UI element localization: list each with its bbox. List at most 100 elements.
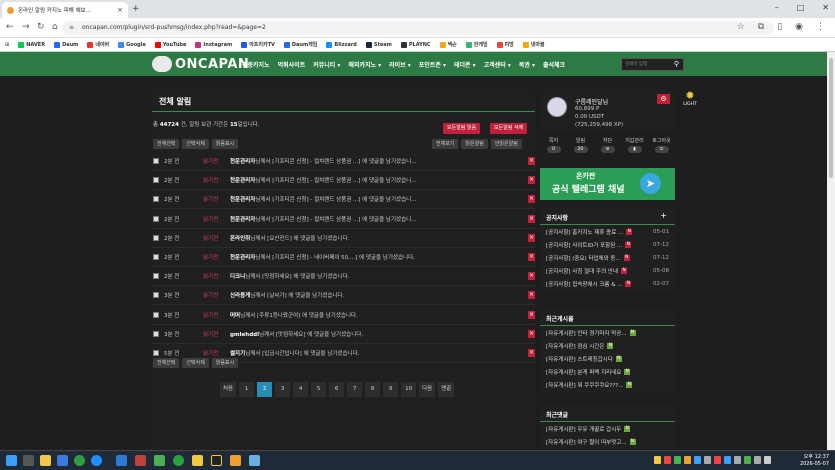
forward-icon[interactable]: → [22, 22, 30, 32]
row-checkbox[interactable] [153, 273, 159, 280]
recent-comment-item[interactable]: [자유게시판] 우유 개꿀로 갑시두 N [540, 422, 675, 435]
bookmark-4[interactable]: YouTube [154, 41, 186, 48]
page-link[interactable]: 9 [383, 382, 399, 397]
row-message[interactable]: 천운관리자님께서 [기프티콘 신청] - 컬쳐랜드 상품권 ...] 에 댓글을… [230, 195, 416, 203]
delete-all-button[interactable]: 모든알림 삭제 [490, 123, 528, 134]
menu-item-0[interactable]: 검증카지노 [242, 60, 270, 69]
menu-item-6[interactable]: 테더존 ▾ [454, 60, 476, 69]
mark-read-button-bottom[interactable]: 읽음표시 [211, 358, 239, 368]
page-link[interactable]: 10 [401, 382, 417, 397]
notification-row[interactable]: 2분 전 읽기전 천운관리자님께서 [기프티콘 신청] - 컬쳐랜드 상품권 ...… [152, 171, 535, 191]
site-logo[interactable]: ONCAPAN [152, 54, 249, 74]
page-link[interactable]: 5 [311, 382, 327, 397]
profile-icon[interactable]: ◉ [795, 22, 803, 32]
recent-post-item[interactable]: [자유게시판] 뭐 쿠쿠쿠쿠요???... N [540, 378, 675, 391]
filter-all-button[interactable]: 전체보기 [432, 139, 459, 149]
tray-icon-7[interactable] [714, 456, 721, 464]
bookmark-8[interactable]: Blizzard [326, 41, 357, 48]
delete-row-icon[interactable]: × [528, 310, 535, 319]
menu-item-1[interactable]: 먹튀사이트 [278, 60, 306, 69]
delete-row-icon[interactable]: × [528, 214, 535, 223]
task-view-icon[interactable] [23, 455, 34, 466]
tray-icon-6[interactable] [704, 456, 711, 464]
bookmark-6[interactable]: 아프리카TV [241, 41, 275, 48]
sidebar-icon[interactable]: ▯ [777, 22, 782, 32]
notification-row[interactable]: 2분 전 읽기전 천운관리자님께서 [기프티콘 신청] - 컬쳐랜드 상품권 ...… [152, 190, 535, 210]
light-mode-toggle[interactable]: ✹ LIGHT [680, 90, 700, 110]
maximize-icon[interactable]: □ [797, 3, 805, 12]
read-all-button[interactable]: 모든알림 읽음 [443, 123, 481, 134]
tray-icon-8[interactable] [724, 456, 731, 464]
row-message[interactable]: 온라인쥐님께서 [요산진드] 에 댓글을 남기셨습니다. [230, 234, 349, 242]
bookmark-14[interactable]: 넷마블 [522, 41, 545, 48]
chrome-icon[interactable] [74, 455, 85, 466]
settings-gear-icon[interactable]: ⚙ [657, 94, 670, 104]
windows-start-icon[interactable] [6, 455, 17, 466]
extensions-icon[interactable]: ⧉ [758, 22, 764, 32]
url-field[interactable]: ≡ oncapan.com/plugin/srd-pushmsg/index.p… [62, 21, 774, 35]
notification-row[interactable]: 2분 전 읽기전 천운관리자님께서 [기프티콘 신청] - 네이버페이 50,...… [152, 248, 535, 267]
file-explorer-icon[interactable] [40, 455, 51, 466]
apps-icon[interactable]: ⊞ [5, 42, 9, 48]
app-icon-5[interactable] [211, 455, 222, 466]
menu-item-4[interactable]: 라이브 ▾ [389, 60, 411, 69]
site-info-icon[interactable]: ≡ [69, 21, 74, 35]
delete-selected-button[interactable]: 선택삭제 [182, 139, 209, 149]
volume-icon[interactable] [764, 456, 771, 464]
new-tab-icon[interactable]: + [132, 4, 140, 14]
row-message[interactable]: 천운관리자님께서 [기프티콘 신청] - 컬쳐랜드 상품권 ...] 에 댓글을… [230, 215, 416, 223]
minimize-icon[interactable]: – [775, 3, 779, 12]
tray-icon-5[interactable] [694, 456, 701, 464]
edge-icon[interactable] [91, 455, 102, 466]
row-checkbox[interactable] [153, 215, 159, 222]
app-icon-3[interactable] [154, 455, 165, 466]
menu-icon[interactable]: ⋮ [816, 22, 825, 32]
avatar[interactable] [547, 97, 567, 117]
row-message[interactable]: 디크니님께서 [맛점하세요] 에 댓글을 남기셨습니다. [230, 272, 349, 280]
delete-row-icon[interactable]: × [528, 272, 535, 281]
row-checkbox[interactable] [153, 196, 159, 203]
notification-row[interactable]: 2분 전 읽기전 디크니님께서 [맛점하세요] 에 댓글을 남기셨습니다. × [152, 267, 535, 287]
taskbar-clock[interactable]: 오후 12:37 2026-05-07 [800, 454, 829, 468]
row-message[interactable]: 천운관리자님께서 [기프티콘 신청] - 네이버페이 50,...] 에 댓글을… [230, 253, 415, 261]
tray-icon-3[interactable] [674, 456, 681, 464]
row-checkbox[interactable] [153, 158, 159, 164]
tray-icon-2[interactable] [664, 456, 671, 464]
quick-block[interactable]: 자단 ⊘ [594, 137, 621, 159]
notification-row[interactable]: 2분 전 읽기전 천운관리자님께서 [기프티콘 신청] - 컬쳐랜드 상품권 ...… [152, 210, 535, 229]
page-scrollbar[interactable] [827, 52, 835, 450]
row-checkbox[interactable] [153, 330, 159, 337]
notification-row[interactable]: 3분 전 읽기전 신라용게님께서 [날씨가] 에 댓글을 남기셨습니다. × [152, 286, 535, 306]
close-window-icon[interactable]: ✕ [822, 3, 829, 12]
bookmark-1[interactable]: Daum [54, 41, 78, 48]
tray-icon-1[interactable] [654, 456, 661, 464]
username[interactable]: 구름레인달님 [575, 97, 608, 106]
delete-row-icon[interactable]: × [528, 329, 535, 338]
delete-row-icon[interactable]: × [528, 349, 535, 357]
bookmark-0[interactable]: NAVER [18, 41, 45, 48]
notice-item[interactable]: [공지사항] 접속장애시 크롬 & ... N 02-07 [540, 277, 675, 290]
row-message[interactable]: 썰지기님께서 [입금시간입니다] 에 댓글을 남기셨습니다. [230, 349, 359, 357]
row-checkbox[interactable] [153, 254, 159, 260]
row-message[interactable]: 신라용게님께서 [날씨가] 에 댓글을 남기셨습니다. [230, 291, 344, 299]
select-all-button[interactable]: 전체선택 [153, 139, 180, 149]
page-link[interactable]: 4 [293, 382, 309, 397]
menu-item-5[interactable]: 포인트존 ▾ [419, 60, 446, 69]
row-checkbox[interactable] [153, 177, 159, 184]
recent-post-item[interactable]: [자유게시판] 스트레칭갑시다 N [540, 352, 675, 365]
bookmark-3[interactable]: Google [118, 41, 146, 48]
home-icon[interactable]: ⌂ [52, 22, 58, 32]
page-link[interactable]: 2 [257, 382, 273, 397]
delete-row-icon[interactable]: × [528, 253, 535, 261]
row-checkbox[interactable] [153, 311, 159, 318]
page-link[interactable]: 6 [329, 382, 345, 397]
menu-item-3[interactable]: 해외카지노 ▾ [348, 60, 381, 69]
scrollbar-thumb[interactable] [829, 58, 833, 178]
close-tab-icon[interactable]: × [117, 6, 123, 14]
telegram-banner[interactable]: 온카판 공식 텔레그램 채널 ➤ [540, 168, 675, 200]
page-link[interactable]: 8 [365, 382, 381, 397]
quick-messages[interactable]: 쪽지 0 [540, 137, 567, 159]
tray-icon-4[interactable] [684, 456, 691, 464]
bookmark-10[interactable]: PLAYNC [400, 41, 431, 48]
mail-icon[interactable] [57, 455, 68, 466]
